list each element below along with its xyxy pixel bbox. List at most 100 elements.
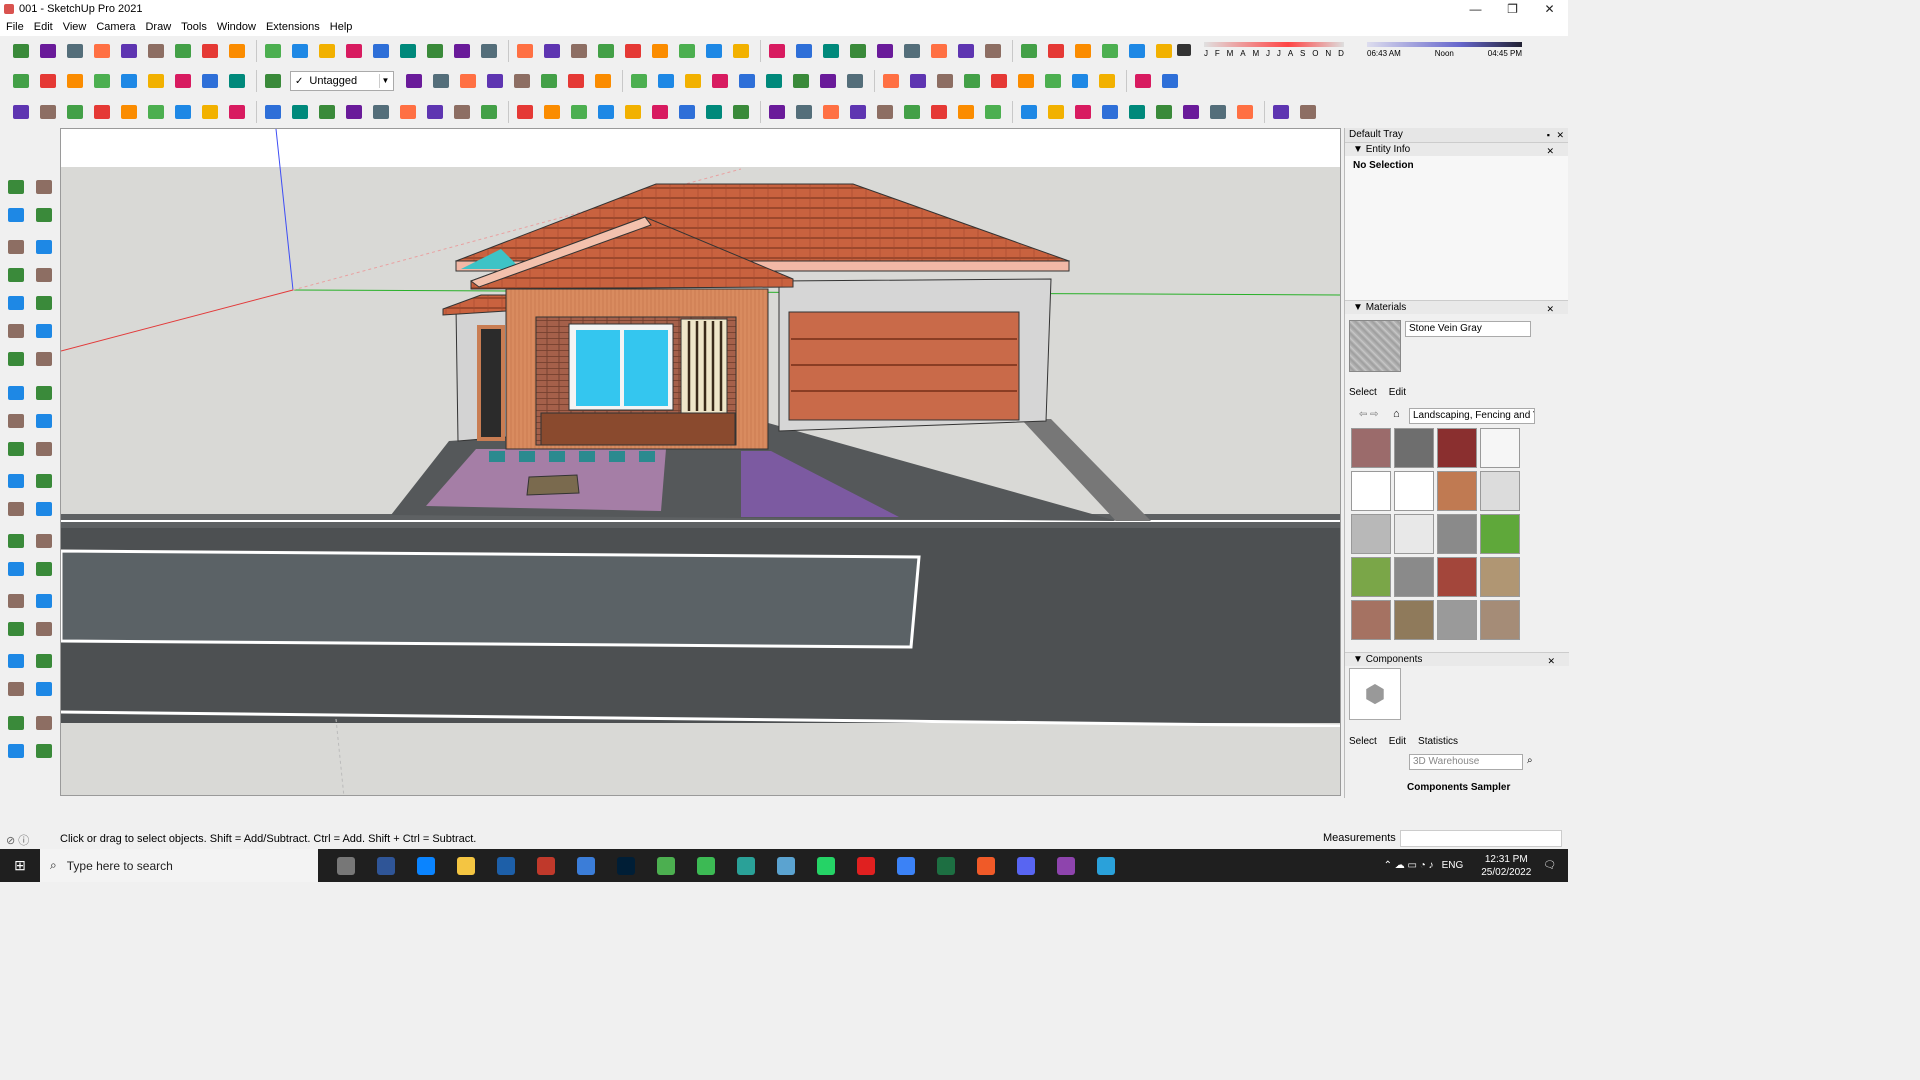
rotated-rect-tool-icon[interactable] [32,263,56,287]
views-styles-tool-icon[interactable] [402,69,426,93]
sandbox-solid-tool-icon[interactable] [1017,100,1041,124]
views-styles-tool-icon[interactable] [456,69,480,93]
file-explorer-taskbar-icon[interactable] [446,849,486,882]
rotate-tool-icon[interactable] [4,409,28,433]
telegram-taskbar-icon[interactable] [1086,849,1126,882]
material-swatch[interactable] [1351,557,1391,597]
acrobat-taskbar-icon[interactable] [526,849,566,882]
tape-measure-tool-icon[interactable] [4,469,28,493]
pin-icon[interactable]: ▪ [1547,128,1550,142]
section-plane-tool-icon[interactable] [32,677,56,701]
sandbox-solid-tool-icon[interactable] [1098,100,1122,124]
getting-started-tool-icon[interactable] [729,39,753,63]
views-styles-tool-icon[interactable] [1131,69,1155,93]
sandbox-solid-tool-icon[interactable] [288,100,312,124]
previous-tool-icon[interactable] [32,617,56,641]
todo-taskbar-icon[interactable] [886,849,926,882]
material-swatch[interactable] [1437,514,1477,554]
sandbox-solid-tool-icon[interactable] [927,100,951,124]
materials-tab-edit[interactable]: Edit [1389,387,1406,398]
getting-started-tool-icon[interactable] [927,39,951,63]
getting-started-tool-icon[interactable] [117,39,141,63]
views-styles-tool-icon[interactable] [36,69,60,93]
getting-started-tool-icon[interactable] [1071,39,1095,63]
rectangle-tool-icon[interactable] [4,263,28,287]
material-swatch[interactable] [1351,600,1391,640]
opera-taskbar-icon[interactable] [846,849,886,882]
material-swatch[interactable] [1351,514,1391,554]
protractor-tool-icon[interactable] [4,497,28,521]
getting-started-tool-icon[interactable] [675,39,699,63]
circle-tool-icon[interactable] [4,291,28,315]
pan-tool-icon[interactable] [32,557,56,581]
month-slider[interactable]: JFMAMJJASOND [1204,42,1344,58]
getting-started-tool-icon[interactable] [594,39,618,63]
sandbox-solid-tool-icon[interactable] [702,100,726,124]
sandbox-solid-tool-icon[interactable] [315,100,339,124]
views-styles-tool-icon[interactable] [483,69,507,93]
views-styles-tool-icon[interactable] [564,69,588,93]
calculator-taskbar-icon[interactable] [366,849,406,882]
home-icon[interactable]: ⌂ [1393,408,1400,420]
getting-started-tool-icon[interactable] [144,39,168,63]
views-styles-tool-icon[interactable] [1068,69,1092,93]
tag-dropdown[interactable]: ✓ Untagged ▼ [290,71,394,91]
material-swatch[interactable] [1480,471,1520,511]
material-swatch[interactable] [1394,514,1434,554]
axes-tool-icon[interactable] [4,529,28,553]
views-styles-tool-icon[interactable] [816,69,840,93]
sandbox-solid-tool-icon[interactable] [1179,100,1203,124]
getting-started-tool-icon[interactable] [648,39,672,63]
getting-started-tool-icon[interactable] [621,39,645,63]
layout-tool-icon[interactable] [4,739,28,763]
views-styles-tool-icon[interactable] [261,69,285,93]
time-slider[interactable]: 06:43 AM Noon 04:45 PM [1367,42,1522,58]
sandbox-solid-tool-icon[interactable] [117,100,141,124]
views-styles-tool-icon[interactable] [708,69,732,93]
views-styles-tool-icon[interactable] [171,69,195,93]
components-header[interactable]: ▼ Components ✕ [1345,652,1569,666]
sandbox-solid-tool-icon[interactable] [729,100,753,124]
sandbox-solid-tool-icon[interactable] [621,100,645,124]
chrome-taskbar-icon[interactable] [646,849,686,882]
edge-taskbar-icon[interactable] [406,849,446,882]
offset-tool-icon[interactable] [32,437,56,461]
material-swatch[interactable] [1437,600,1477,640]
material-swatch[interactable] [1480,428,1520,468]
two-point-arc-tool-icon[interactable] [32,319,56,343]
components-tab-statistics[interactable]: Statistics [1418,736,1458,747]
materials-tab-select[interactable]: Select [1349,387,1377,398]
clock[interactable]: 12:31 PM 25/02/2022 [1481,853,1531,879]
sandbox-solid-tool-icon[interactable] [873,100,897,124]
sandbox-solid-tool-icon[interactable] [261,100,285,124]
sandbox-solid-tool-icon[interactable] [675,100,699,124]
components-search-input[interactable]: 3D Warehouse [1409,754,1523,770]
entity-info-close-icon[interactable]: ✕ [1546,144,1554,158]
material-swatch[interactable] [1437,557,1477,597]
system-tray-icons[interactable]: ⌃ ☁ ▭ ◔ ♪ [1384,860,1434,871]
menu-window[interactable]: Window [214,21,263,33]
maximize-button[interactable]: ❐ [1494,0,1531,18]
model-viewport[interactable] [60,128,1341,796]
getting-started-tool-icon[interactable] [765,39,789,63]
sandbox-solid-tool-icon[interactable] [198,100,222,124]
material-preview[interactable] [1349,320,1401,372]
material-swatch[interactable] [1437,471,1477,511]
sandbox-solid-tool-icon[interactable] [1125,100,1149,124]
front-door[interactable] [477,325,505,441]
sandbox-solid-tool-icon[interactable] [819,100,843,124]
push-pull-tool-icon[interactable] [32,381,56,405]
freehand-tool-icon[interactable] [32,235,56,259]
extension-warehouse-tool-icon[interactable] [32,711,56,735]
getting-started-tool-icon[interactable] [900,39,924,63]
materials-close-icon[interactable]: ✕ [1546,302,1554,316]
dimension-tool-icon[interactable] [32,469,56,493]
getting-started-tool-icon[interactable] [792,39,816,63]
getting-started-tool-icon[interactable] [315,39,339,63]
material-swatch[interactable] [1351,471,1391,511]
views-styles-tool-icon[interactable] [1158,69,1182,93]
sandbox-solid-tool-icon[interactable] [225,100,249,124]
material-swatch[interactable] [1351,428,1391,468]
views-styles-tool-icon[interactable] [144,69,168,93]
getting-started-tool-icon[interactable] [36,39,60,63]
